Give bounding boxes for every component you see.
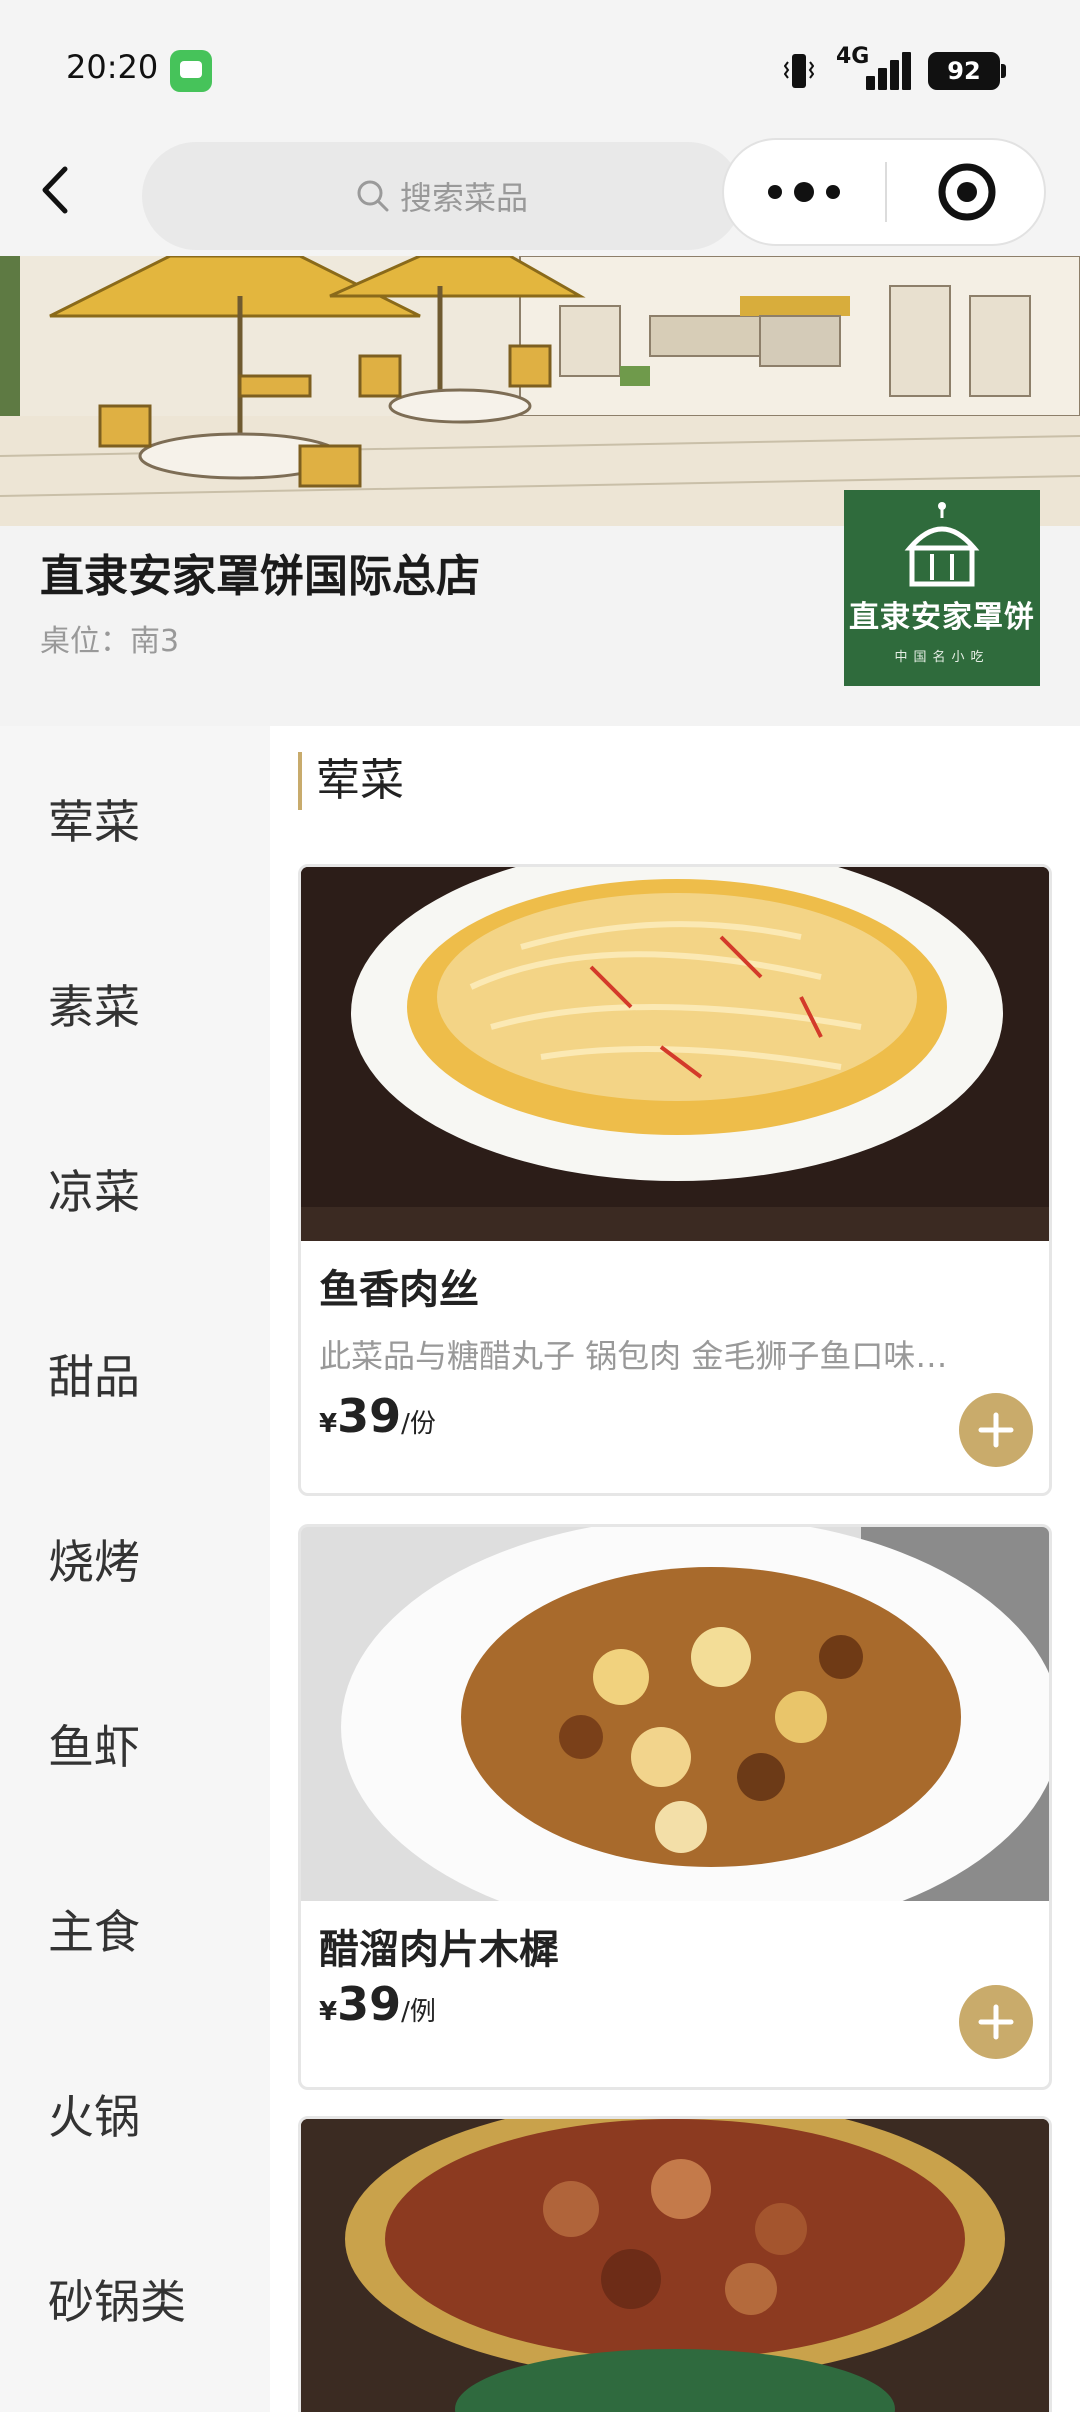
signal-icon xyxy=(860,48,912,90)
vibrate-icon xyxy=(784,54,814,88)
sidebar-item-zhu-shi[interactable]: 主食 xyxy=(0,1836,270,2021)
battery-level: 92 xyxy=(947,57,981,85)
close-target-icon xyxy=(938,163,996,221)
close-button[interactable] xyxy=(888,140,1046,244)
menu-content: 荤菜 鱼香肉丝 此菜品与糖醋丸子 锅包肉 金毛狮子鱼口味… ¥39/份 醋溜肉片… xyxy=(270,726,1080,2412)
more-icon xyxy=(768,185,782,199)
store-logo-emblem xyxy=(904,502,980,587)
section-title: 荤菜 xyxy=(298,752,404,810)
dish-name: 鱼香肉丝 xyxy=(319,1267,479,1313)
sidebar-item-label: 凉菜 xyxy=(48,1165,140,1219)
store-banner-image xyxy=(0,256,1080,526)
miniprogram-capsule xyxy=(722,138,1046,246)
sidebar-item-label: 荤菜 xyxy=(48,795,140,849)
more-icon-dot xyxy=(826,185,840,199)
status-time: 20:20 xyxy=(66,48,159,86)
price-unit: /例 xyxy=(401,1997,436,2027)
search-icon xyxy=(356,179,390,213)
sidebar-item-sha-guo[interactable]: 砂锅类 xyxy=(0,2206,270,2391)
price-unit: /份 xyxy=(401,1409,436,1439)
sidebar-item-shao-kao[interactable]: 烧烤 xyxy=(0,1466,270,1651)
sidebar-item-label: 甜品 xyxy=(48,1350,140,1404)
more-button[interactable] xyxy=(724,140,884,244)
price-amount: 39 xyxy=(337,1389,402,1443)
dish-photo xyxy=(301,2119,1049,2412)
dish-price: ¥39/份 xyxy=(319,1389,436,1443)
dish-photo xyxy=(301,1527,1049,1901)
dish-card[interactable]: 鱼香肉丝 此菜品与糖醋丸子 锅包肉 金毛狮子鱼口味… ¥39/份 xyxy=(298,864,1052,1496)
nav-bar: 搜索菜品 xyxy=(0,130,1080,256)
sidebar-item-huo-guo[interactable]: 火锅 xyxy=(0,2021,270,2206)
add-to-cart-button[interactable] xyxy=(959,1393,1033,1467)
dish-photo xyxy=(301,867,1049,1241)
sidebar-item-label: 素菜 xyxy=(48,980,140,1034)
sidebar-item-liang-cai[interactable]: 凉菜 xyxy=(0,1096,270,1281)
status-bar: 20:20 4G 92 xyxy=(0,0,1080,130)
back-button[interactable] xyxy=(24,150,84,230)
search-placeholder: 搜索菜品 xyxy=(399,179,528,217)
sidebar-item-hun-cai[interactable]: 荤菜 xyxy=(0,726,270,911)
back-icon xyxy=(42,166,68,214)
more-icon-dot xyxy=(794,182,814,202)
price-amount: 39 xyxy=(337,1977,402,2031)
store-logo-text: 直隶安家罩饼 xyxy=(849,600,1035,635)
table-info: 桌位：南3 xyxy=(40,624,180,659)
sidebar-item-label: 火锅 xyxy=(48,2090,140,2144)
sidebar-item-su-cai[interactable]: 素菜 xyxy=(0,911,270,1096)
dish-name: 醋溜肉片木樨 xyxy=(319,1927,559,1973)
category-sidebar: 荤菜 素菜 凉菜 甜品 烧烤 鱼虾 主食 火锅 砂锅类 xyxy=(0,726,270,2412)
message-app-icon xyxy=(170,50,212,92)
add-to-cart-button[interactable] xyxy=(959,1985,1033,2059)
store-name: 直隶安家罩饼国际总店 xyxy=(40,551,480,602)
sidebar-item-label: 主食 xyxy=(48,1905,140,1959)
search-input[interactable]: 搜索菜品 xyxy=(142,142,742,250)
store-logo-subtext: 中国名小吃 xyxy=(894,650,990,665)
dish-card[interactable]: 醋溜肉片木樨 ¥39/例 xyxy=(298,1524,1052,2090)
sidebar-item-label: 鱼虾 xyxy=(48,1720,140,1774)
capsule-divider xyxy=(885,162,887,222)
store-logo: 直隶安家罩饼 中国名小吃 xyxy=(844,490,1040,686)
battery-icon: 92 xyxy=(928,52,1006,90)
dish-price: ¥39/例 xyxy=(319,1977,436,2031)
sidebar-item-tian-pin[interactable]: 甜品 xyxy=(0,1281,270,1466)
sidebar-item-label: 烧烤 xyxy=(48,1535,140,1589)
plus-icon xyxy=(978,2004,1014,2040)
dish-description: 此菜品与糖醋丸子 锅包肉 金毛狮子鱼口味… xyxy=(319,1337,948,1375)
price-currency: ¥ xyxy=(319,1409,338,1439)
price-currency: ¥ xyxy=(319,1997,338,2027)
cafe-illustration xyxy=(0,256,1080,526)
dish-card[interactable] xyxy=(298,2116,1052,2412)
sidebar-item-yu-xia[interactable]: 鱼虾 xyxy=(0,1651,270,1836)
sidebar-item-label: 砂锅类 xyxy=(48,2275,186,2329)
plus-icon xyxy=(978,1412,1014,1448)
